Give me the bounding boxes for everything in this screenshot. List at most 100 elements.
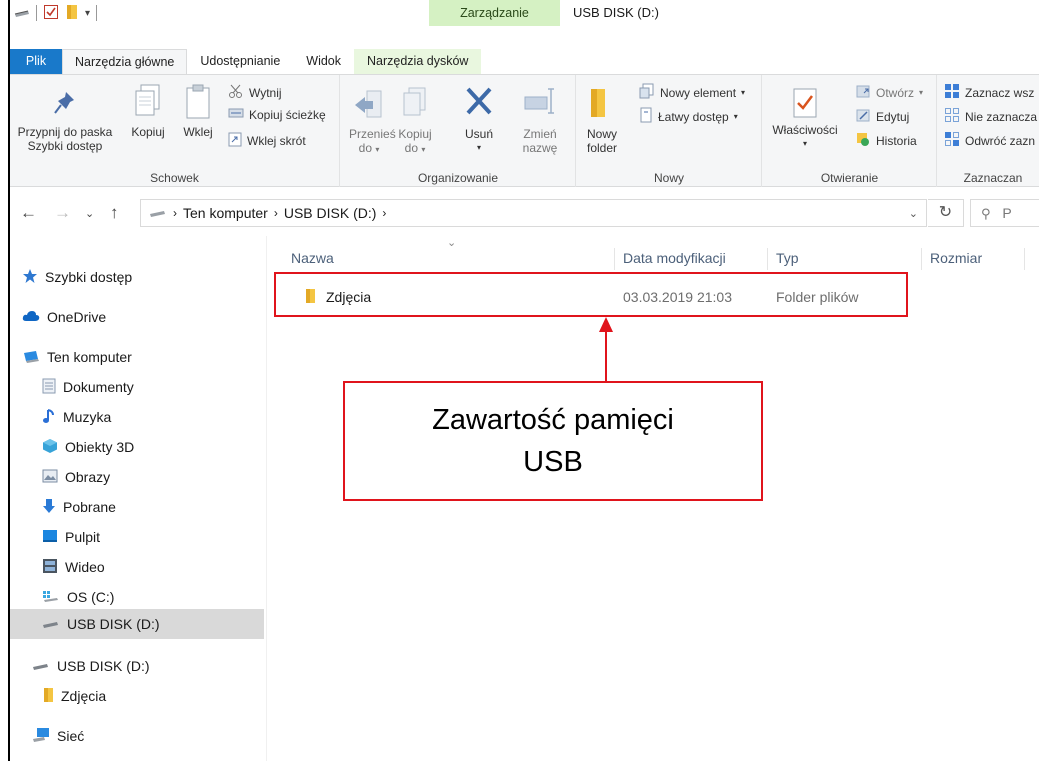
nav-item-videos[interactable]: Wideo: [10, 553, 264, 581]
nav-item-usb-disk[interactable]: USB DISK (D:): [10, 652, 264, 680]
chevron-down-icon: ▾: [741, 87, 746, 97]
column-header-size[interactable]: Rozmiar: [930, 246, 982, 270]
nav-item-label: OneDrive: [47, 309, 107, 325]
select-all-icon: [944, 83, 960, 102]
nav-item-os-drive[interactable]: OS (C:): [10, 583, 264, 611]
tab-view[interactable]: Widok: [293, 49, 354, 74]
refresh-icon: ↻: [938, 204, 953, 221]
select-none-button[interactable]: Nie zaznacza: [944, 107, 1037, 126]
nav-item-music[interactable]: Muzyka: [10, 403, 264, 431]
nav-item-documents[interactable]: Dokumenty: [10, 373, 264, 401]
refresh-button[interactable]: ↻: [928, 199, 964, 227]
tab-file[interactable]: Plik: [10, 49, 62, 74]
cut-button[interactable]: Wytnij: [228, 83, 282, 102]
column-header-name[interactable]: Nazwa: [291, 246, 334, 270]
organize-group: Przenieś do ▾ Kopiuj do ▾ Usuń ▾ Zmień n…: [341, 75, 576, 187]
edit-pencil-icon: [855, 107, 871, 126]
nav-item-zdjecia[interactable]: Zdjęcia: [10, 682, 264, 710]
easy-access-label: Łatwy dostęp: [658, 109, 729, 124]
folder-icon[interactable]: [65, 4, 79, 23]
ribbon-tabs: Plik Narzędzia główne Udostępnianie Wido…: [10, 49, 1039, 74]
pin-quick-access-button[interactable]: Przypnij do paska Szybki dostęp: [10, 89, 120, 153]
copy-to-label-1: Kopiuj: [398, 127, 432, 141]
address-dropdown-chevron-icon[interactable]: ⌄: [909, 207, 918, 220]
column-divider[interactable]: [921, 248, 922, 270]
copy-path-button[interactable]: Kopiuj ścieżkę: [228, 107, 326, 122]
column-header-type[interactable]: Typ: [776, 246, 799, 270]
tab-drive-tools[interactable]: Narzędzia dysków: [354, 49, 482, 74]
nav-item-label: Ten komputer: [47, 349, 132, 365]
copy-button[interactable]: Kopiuj: [126, 83, 170, 139]
pane-splitter[interactable]: [266, 236, 267, 761]
navigation-pane: Szybki dostęp OneDrive Ten komputer Doku…: [10, 236, 266, 761]
nav-item-onedrive[interactable]: OneDrive: [10, 303, 264, 331]
paste-shortcut-button[interactable]: Wklej skrót: [228, 131, 306, 150]
tab-share[interactable]: Udostępnianie: [187, 49, 293, 74]
nav-item-network[interactable]: Sieć: [10, 722, 264, 750]
new-item-button[interactable]: Nowy element ▾: [639, 83, 745, 102]
copy-to-button[interactable]: Kopiuj do ▾: [395, 85, 435, 157]
properties-check-icon[interactable]: [43, 4, 59, 23]
ribbon: Przypnij do paska Szybki dostęp Kopiuj W…: [10, 74, 1039, 187]
history-button[interactable]: Historia: [855, 131, 917, 150]
column-divider[interactable]: [1024, 248, 1025, 270]
nav-item-label: Pobrane: [63, 499, 116, 515]
paste-icon: [176, 83, 220, 125]
nav-item-label: Sieć: [57, 728, 85, 744]
invert-selection-button[interactable]: Odwróć zazn: [944, 131, 1035, 150]
nav-item-desktop[interactable]: Pulpit: [10, 523, 264, 551]
chevron-down-icon: ▾: [375, 145, 380, 154]
search-input[interactable]: ⚲ P: [970, 199, 1039, 227]
quick-access-toolbar: ▾: [10, 0, 98, 26]
breadcrumb-usb-disk[interactable]: USB DISK (D:): [284, 205, 377, 221]
new-group-label: Nowy: [653, 171, 684, 185]
annotation-line-1: Zawartość pamięci: [432, 404, 674, 436]
paste-label: Wklej: [183, 125, 213, 139]
move-to-button[interactable]: Przenieś do ▾: [349, 85, 396, 157]
delete-x-icon: [459, 85, 499, 127]
tab-home[interactable]: Narzędzia główne: [62, 49, 188, 74]
recent-locations-chevron-icon[interactable]: ⌄: [85, 207, 94, 220]
select-all-button[interactable]: Zaznacz wsz: [944, 83, 1034, 102]
paste-button[interactable]: Wklej: [176, 83, 220, 139]
column-divider[interactable]: [767, 248, 768, 270]
forward-arrow-icon[interactable]: →: [54, 203, 71, 223]
star-icon: [22, 268, 38, 287]
nav-item-3d-objects[interactable]: Obiekty 3D: [10, 433, 264, 461]
nav-item-downloads[interactable]: Pobrane: [10, 493, 264, 521]
chevron-down-icon[interactable]: ▾: [85, 8, 90, 19]
breadcrumb-separator-icon[interactable]: ›: [274, 206, 278, 220]
open-button[interactable]: Otwórz ▾: [855, 83, 923, 102]
nav-item-pictures[interactable]: Obrazy: [10, 463, 264, 491]
highlight-box: [274, 272, 908, 317]
properties-label: Właściwości: [772, 123, 838, 137]
select-group: Zaznacz wsz Nie zaznacza Odwróć zazn Zaz…: [938, 75, 1039, 187]
new-folder-button[interactable]: Nowy folder: [587, 85, 627, 155]
computer-icon: [22, 349, 40, 366]
breadcrumb-this-pc[interactable]: Ten komputer: [183, 205, 268, 221]
search-icon: ⚲: [981, 206, 991, 221]
move-to-label-2: do: [358, 141, 372, 155]
usb-drive-icon[interactable]: [14, 6, 30, 21]
copy-to-label-2: do: [404, 141, 418, 155]
nav-item-usb-disk-selected[interactable]: USB DISK (D:): [10, 609, 264, 639]
column-header-date[interactable]: Data modyfikacji: [623, 246, 726, 270]
breadcrumb-separator-icon[interactable]: ›: [382, 206, 386, 220]
select-all-label: Zaznacz wsz: [965, 85, 1035, 100]
delete-label: Usuń: [464, 127, 493, 141]
easy-access-button[interactable]: Łatwy dostęp ▾: [639, 107, 738, 126]
music-icon: [42, 408, 56, 427]
nav-item-quick-access[interactable]: Szybki dostęp: [10, 263, 264, 291]
move-to-icon: [349, 85, 389, 127]
up-arrow-icon[interactable]: ↑: [110, 203, 119, 223]
delete-button[interactable]: Usuń ▾: [459, 85, 499, 155]
rename-button[interactable]: Zmień nazwę: [517, 85, 563, 155]
column-divider[interactable]: [614, 248, 615, 270]
back-arrow-icon[interactable]: ←: [20, 203, 37, 223]
nav-item-this-pc[interactable]: Ten komputer: [10, 343, 264, 371]
edit-button[interactable]: Edytuj: [855, 107, 909, 126]
folder-icon: [42, 687, 54, 706]
properties-button[interactable]: Właściwości ▾: [767, 87, 843, 151]
address-bar[interactable]: › Ten komputer › USB DISK (D:) › ⌄: [140, 199, 927, 227]
breadcrumb-separator-icon[interactable]: ›: [173, 206, 177, 220]
